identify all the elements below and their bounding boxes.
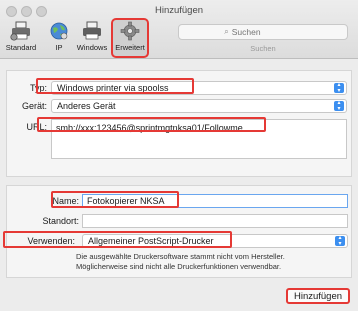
- search-label: Suchen: [250, 44, 276, 53]
- search-input[interactable]: [231, 27, 302, 37]
- search-field[interactable]: ⌕: [178, 24, 348, 40]
- search-icon: ⌕: [224, 27, 229, 36]
- chevron-updown-icon: ▴ ▾: [335, 235, 345, 247]
- toolbar-ip-label: IP: [55, 43, 63, 52]
- toolbar-erweitert-label: Erweitert: [115, 43, 145, 52]
- toolbar-windows-button[interactable]: Windows: [74, 20, 110, 56]
- printer-windows-icon: [80, 20, 104, 42]
- geraet-popup[interactable]: Anderes Gerät ▴ ▾: [51, 99, 347, 113]
- highlight-url: [37, 117, 266, 132]
- standort-field[interactable]: [82, 214, 348, 228]
- gear-icon: [118, 20, 142, 42]
- printer-default-icon: [9, 20, 33, 42]
- chevron-updown-icon: ▴ ▾: [334, 82, 344, 94]
- toolbar-standard-label: Standard: [5, 43, 37, 52]
- add-printer-window: Hinzufügen Standard IP Windows Erweitert…: [0, 0, 358, 311]
- toolbar: Hinzufügen Standard IP Windows Erweitert…: [0, 0, 358, 59]
- toolbar-standard-button[interactable]: Standard: [2, 20, 40, 56]
- highlight-name: [51, 191, 179, 208]
- chevron-updown-icon: ▴ ▾: [334, 100, 344, 112]
- driver-note-line1: Die ausgewählte Druckersoftware stammt n…: [76, 252, 285, 261]
- toolbar-ip-button[interactable]: IP: [47, 20, 71, 56]
- window-title: Hinzufügen: [154, 5, 204, 16]
- toolbar-erweitert-button[interactable]: Erweitert: [111, 18, 149, 58]
- highlight-verwenden: [3, 231, 232, 248]
- driver-note-line2: Möglicherweise sind nicht alle Druckerfu…: [76, 262, 282, 271]
- globe-icon: [47, 20, 71, 42]
- geraet-label: Gerät:: [21, 101, 47, 111]
- standort-label: Standort:: [42, 216, 79, 226]
- highlight-typ: [36, 78, 194, 94]
- add-button[interactable]: Hinzufügen: [286, 288, 350, 304]
- toolbar-windows-label: Windows: [76, 43, 108, 52]
- geraet-value: Anderes Gerät: [57, 101, 116, 111]
